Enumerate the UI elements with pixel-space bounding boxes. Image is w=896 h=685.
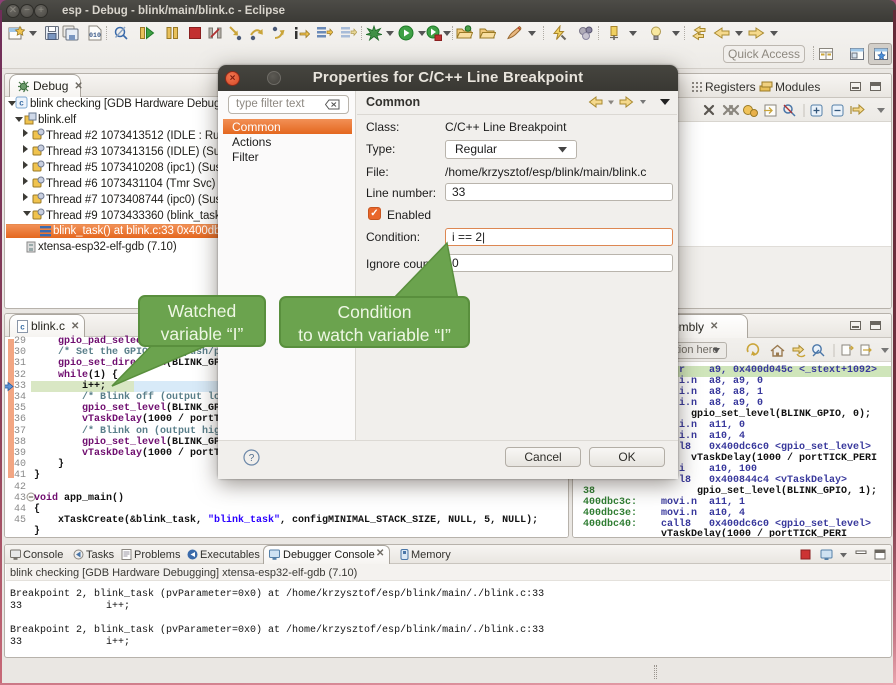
svg-text:c: c xyxy=(20,322,25,331)
svg-text:010: 010 xyxy=(89,32,101,39)
svg-text:c: c xyxy=(19,99,24,108)
svg-text:?: ? xyxy=(249,453,255,464)
